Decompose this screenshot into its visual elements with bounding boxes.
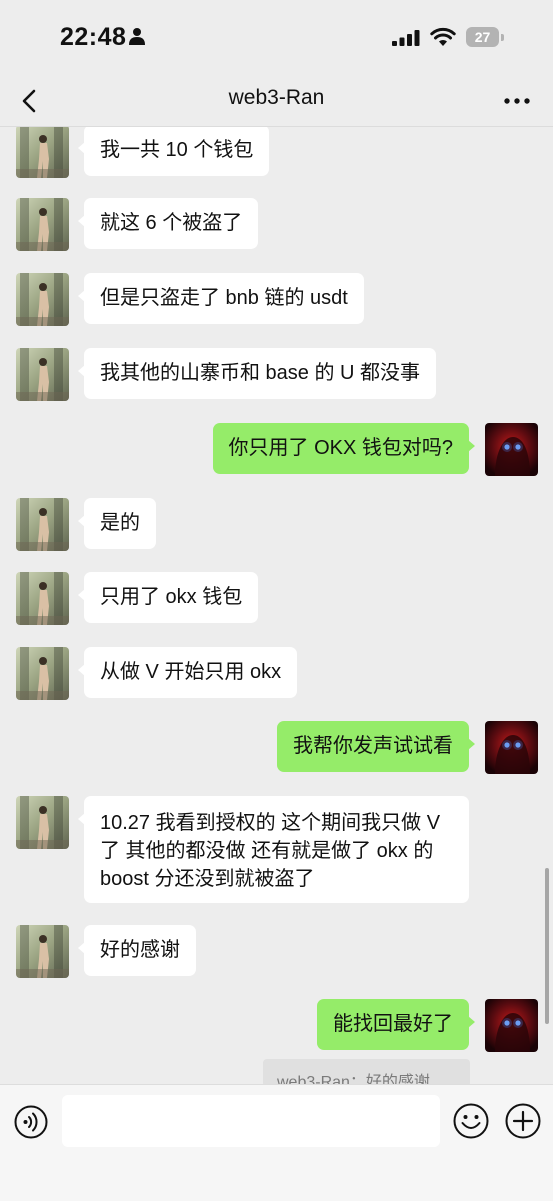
status-time: 22:48 — [60, 23, 127, 51]
message-list[interactable]: 我一共 10 个钱包 就这 6 个被盗了 但是只盗走了 bnb 链的 usdt … — [0, 127, 553, 1084]
received-message-bubble[interactable]: 好的感谢 — [78, 925, 196, 976]
my-avatar[interactable] — [485, 721, 538, 774]
contact-avatar[interactable] — [16, 273, 69, 326]
message-row: 就这 6 个被盗了 — [0, 198, 553, 251]
wifi-icon — [430, 27, 456, 46]
quoted-message[interactable]: web3-Ran：好的感谢 — [263, 1059, 470, 1087]
input-bar — [0, 1084, 553, 1201]
contact-avatar[interactable] — [16, 127, 69, 178]
received-message-bubble[interactable]: 就这 6 个被盗了 — [77, 198, 259, 249]
sent-message-bubble[interactable]: 你只用了 OKX 钱包对吗? — [212, 423, 476, 474]
signal-icon — [392, 30, 420, 46]
message-row: 只用了 okx 钱包 — [0, 572, 553, 625]
message-row: 从做 V 开始只用 okx — [0, 647, 553, 700]
received-message-bubble[interactable]: 从做 V 开始只用 okx — [77, 647, 298, 698]
message-input[interactable] — [62, 1095, 440, 1147]
my-avatar[interactable] — [485, 999, 538, 1052]
message-row: 10.27 我看到授权的 这个期间我只做 V 了 其他的都没做 还有就是做了 o… — [0, 796, 553, 904]
received-message-bubble[interactable]: 我一共 10 个钱包 — [77, 127, 270, 176]
message-row: 我一共 10 个钱包 — [0, 127, 553, 178]
voice-icon[interactable] — [14, 1105, 48, 1139]
received-message-bubble[interactable]: 我其他的山寨币和 base 的 U 都没事 — [77, 348, 437, 399]
contact-avatar[interactable] — [16, 498, 69, 551]
sent-message-bubble[interactable]: 我帮你发声试试看 — [277, 721, 475, 772]
battery-level: 27 — [474, 29, 491, 45]
status-bar: 22:48 27 — [0, 0, 553, 76]
battery-indicator: 27 — [466, 27, 504, 47]
received-message-bubble[interactable]: 是的 — [78, 498, 156, 549]
contact-avatar[interactable] — [16, 198, 69, 251]
scrollbar[interactable] — [545, 868, 549, 1024]
contact-avatar[interactable] — [16, 925, 69, 978]
message-row: 你只用了 OKX 钱包对吗? — [0, 423, 553, 476]
message-row: 但是只盗走了 bnb 链的 usdt — [0, 273, 553, 326]
received-message-bubble[interactable]: 10.27 我看到授权的 这个期间我只做 V 了 其他的都没做 还有就是做了 o… — [78, 796, 469, 903]
message-row: 是的 — [0, 498, 553, 551]
message-row: 我帮你发声试试看 — [0, 721, 553, 774]
person-icon — [129, 28, 145, 45]
received-message-bubble[interactable]: 但是只盗走了 bnb 链的 usdt — [78, 273, 364, 324]
contact-avatar[interactable] — [16, 647, 69, 700]
chat-title: web3-Ran — [228, 86, 325, 109]
contact-avatar[interactable] — [16, 348, 69, 401]
received-message-bubble[interactable]: 只用了 okx 钱包 — [77, 572, 259, 623]
plus-icon[interactable] — [505, 1103, 541, 1139]
emoji-icon[interactable] — [453, 1103, 489, 1139]
message-row: 我其他的山寨币和 base 的 U 都没事 — [0, 348, 553, 401]
message-row: 好的感谢 — [0, 925, 553, 978]
contact-avatar[interactable] — [16, 796, 69, 849]
my-avatar[interactable] — [485, 423, 538, 476]
message-row: 能找回最好了 — [0, 999, 553, 1052]
sent-message-bubble[interactable]: 能找回最好了 — [317, 999, 475, 1050]
chat-header: web3-Ran — [0, 76, 553, 127]
more-dots-icon[interactable] — [502, 86, 532, 116]
contact-avatar[interactable] — [16, 572, 69, 625]
